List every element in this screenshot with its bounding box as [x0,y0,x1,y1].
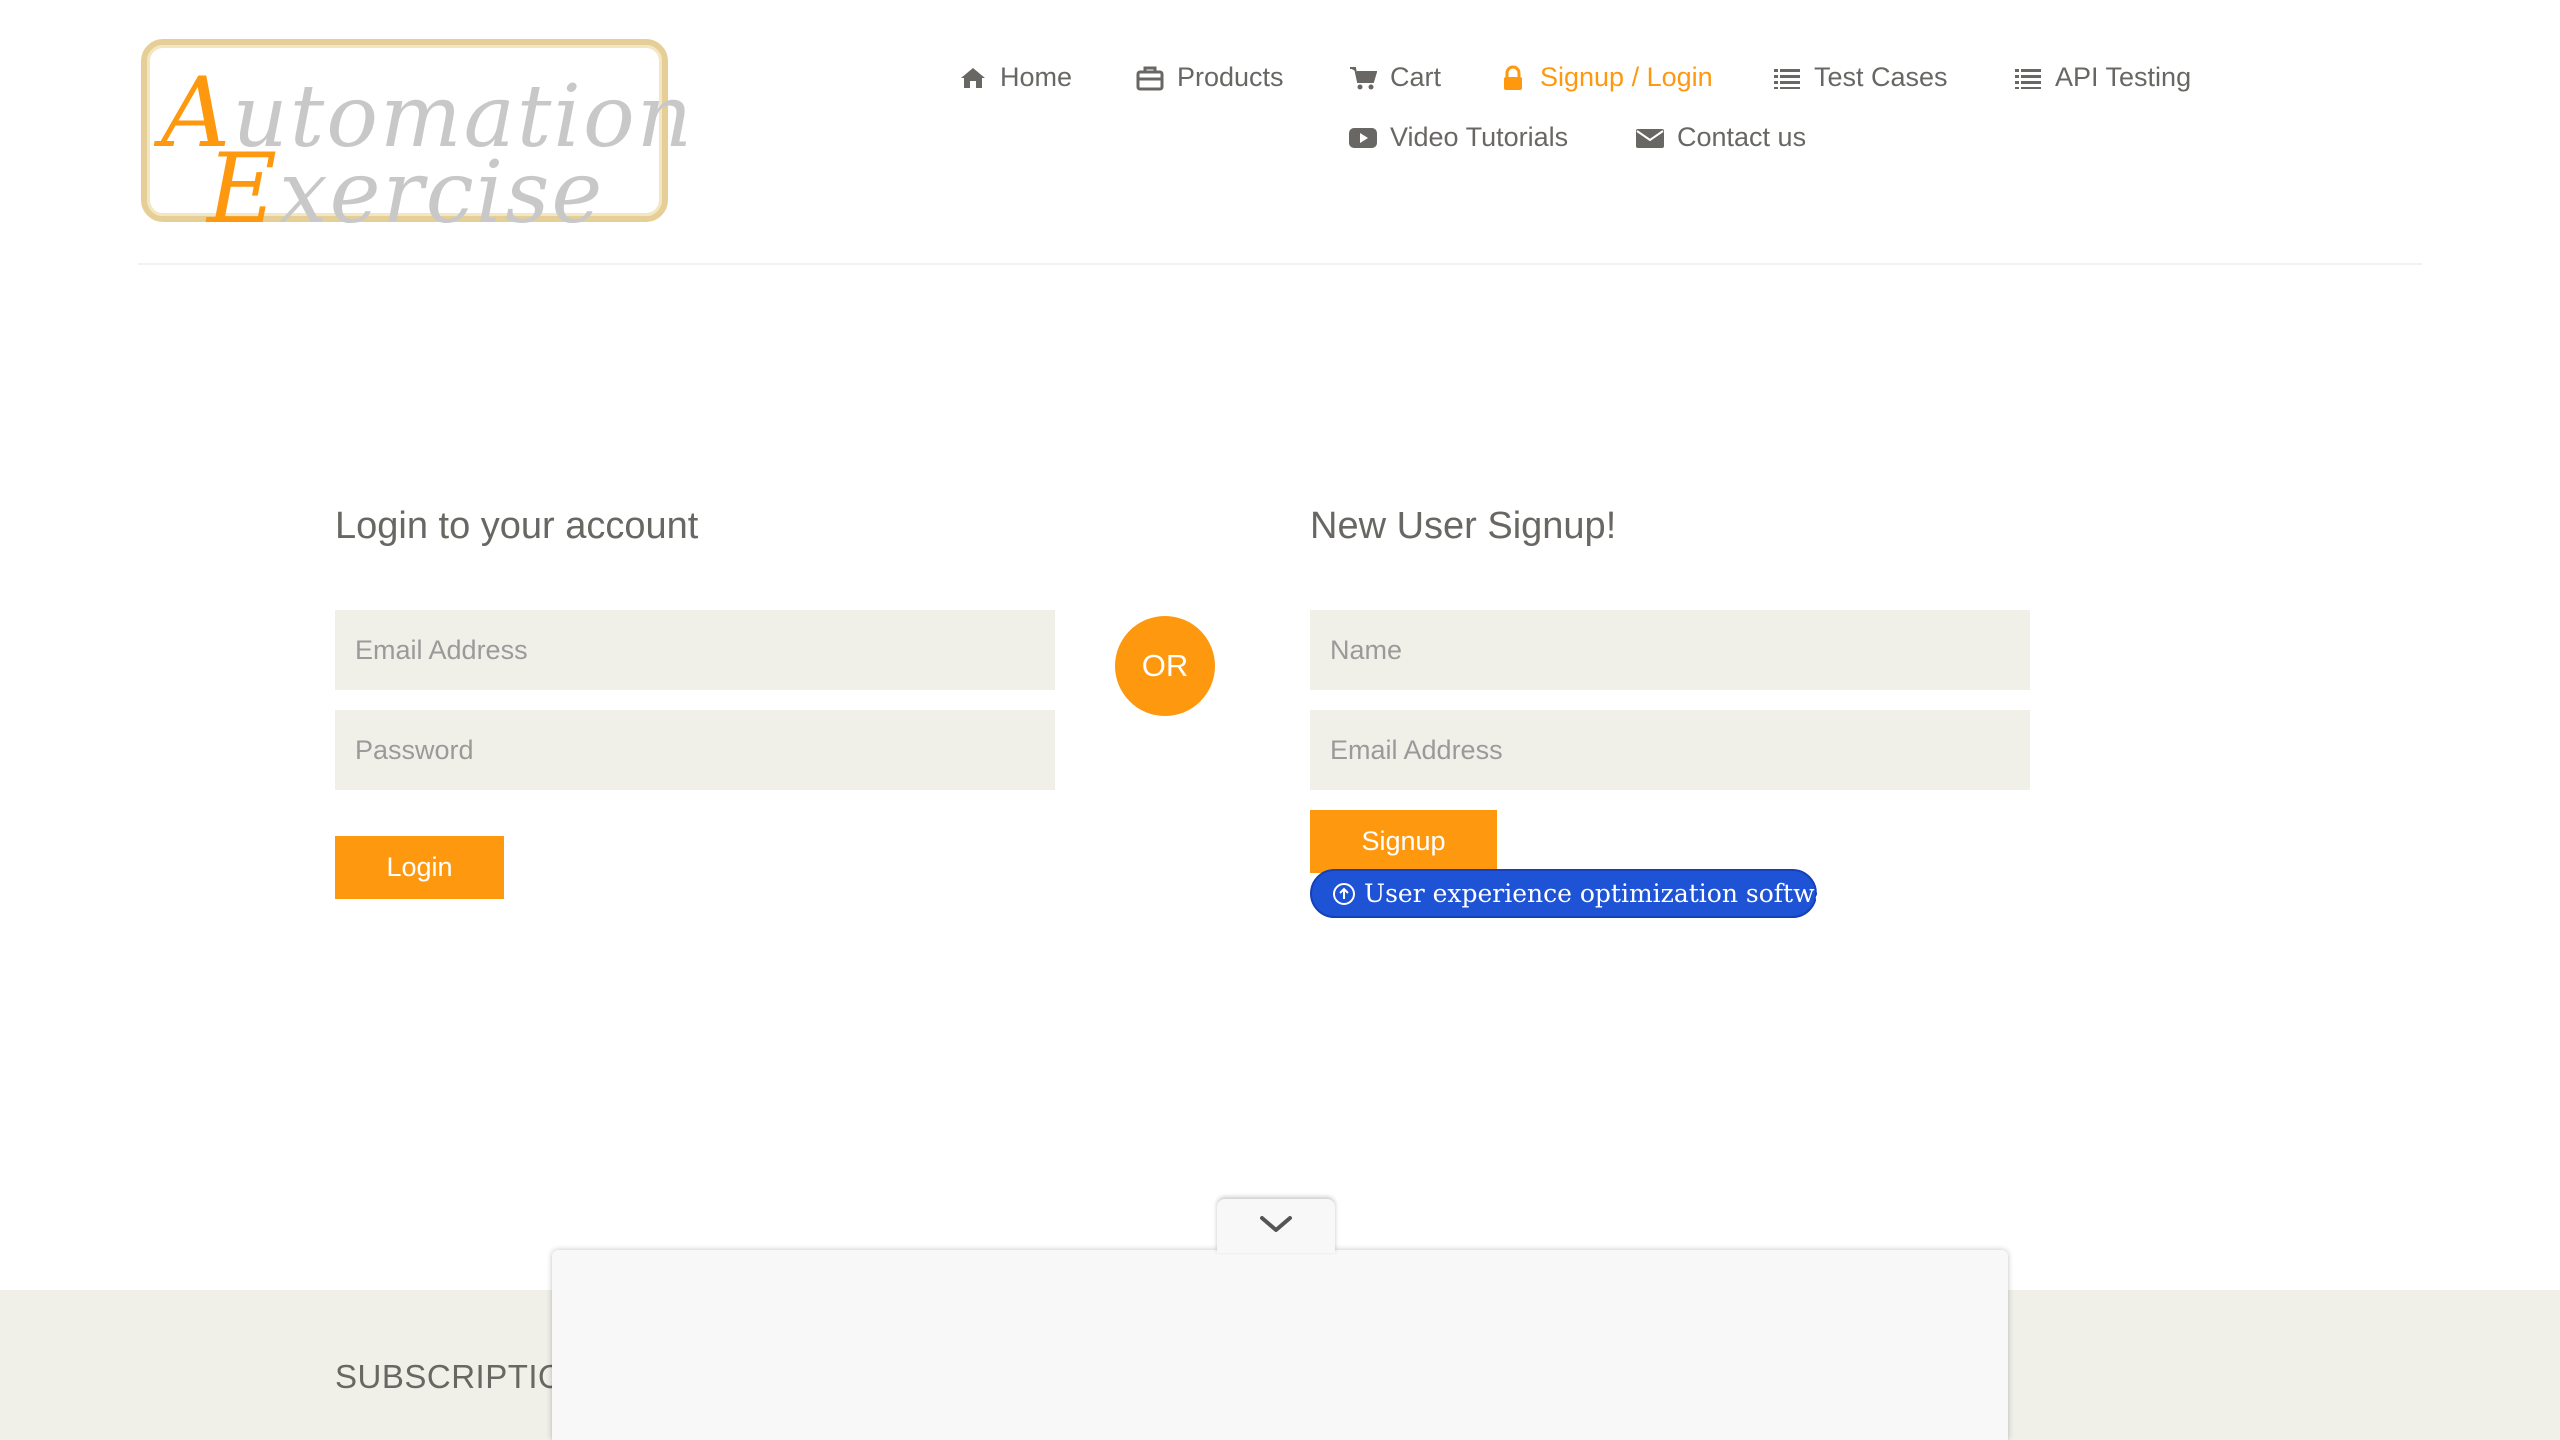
logo-text-line2: Exercise [207,133,604,245]
nav-item-label: Signup / Login [1540,62,1713,92]
subscription-title: SUBSCRIPTIO [335,1358,565,1395]
envelope-icon [1635,123,1665,153]
cart-icon [1348,63,1378,93]
nav-item-label: API Testing [2055,62,2192,92]
site-header: Automation Exercise Home Products Cart S… [0,0,2560,266]
login-email-input[interactable] [335,610,1055,690]
logo-word-rest-2: xercise [279,143,605,243]
logo-initial-e: E [207,133,280,245]
signup-name-input[interactable] [1310,610,2030,690]
nav-item-label: Cart [1390,62,1442,92]
nav-item-label: Contact us [1677,122,1807,152]
nav-item-test-cases[interactable]: Test Cases [1772,62,1948,93]
or-divider-badge: OR [1115,616,1215,716]
login-form-title: Login to your account [335,505,699,547]
chevron-down-icon [1259,1214,1293,1239]
nav-item-contact-us[interactable]: Contact us [1635,122,1806,153]
nav-item-video-tutorials[interactable]: Video Tutorials [1348,122,1568,153]
nav-item-cart[interactable]: Cart [1348,62,1441,93]
signup-form-title: New User Signup! [1310,505,1617,547]
ux-optimization-pill[interactable]: User experience optimization software [1310,869,1856,918]
ad-collapse-button[interactable] [1217,1199,1335,1253]
ux-pill-label: User experience optimization software [1364,879,1857,908]
lock-icon [1498,63,1528,93]
briefcase-icon [1135,63,1165,93]
signup-email-input[interactable] [1310,710,2030,790]
nav-item-label: Test Cases [1814,62,1948,92]
nav-item-label: Home [1000,62,1073,92]
ad-overlay-panel[interactable] [552,1250,2008,1440]
site-logo[interactable]: Automation Exercise [141,39,692,245]
list-icon [1772,63,1802,93]
nav-item-label: Products [1177,62,1284,92]
nav-item-home[interactable]: Home [958,62,1072,93]
signup-button[interactable]: Signup [1310,810,1497,873]
home-icon [958,63,988,93]
header-divider [138,263,2422,265]
login-button[interactable]: Login [335,836,504,899]
login-password-input[interactable] [335,710,1055,790]
youtube-play-icon [1348,123,1378,153]
list-icon [2013,63,2043,93]
nav-item-products[interactable]: Products [1135,62,1284,93]
nav-item-api-testing[interactable]: API Testing [2013,62,2191,93]
nav-item-label: Video Tutorials [1390,122,1569,152]
nav-item-signup-login[interactable]: Signup / Login [1498,62,1713,93]
circle-up-arrow-icon [1332,882,1356,906]
